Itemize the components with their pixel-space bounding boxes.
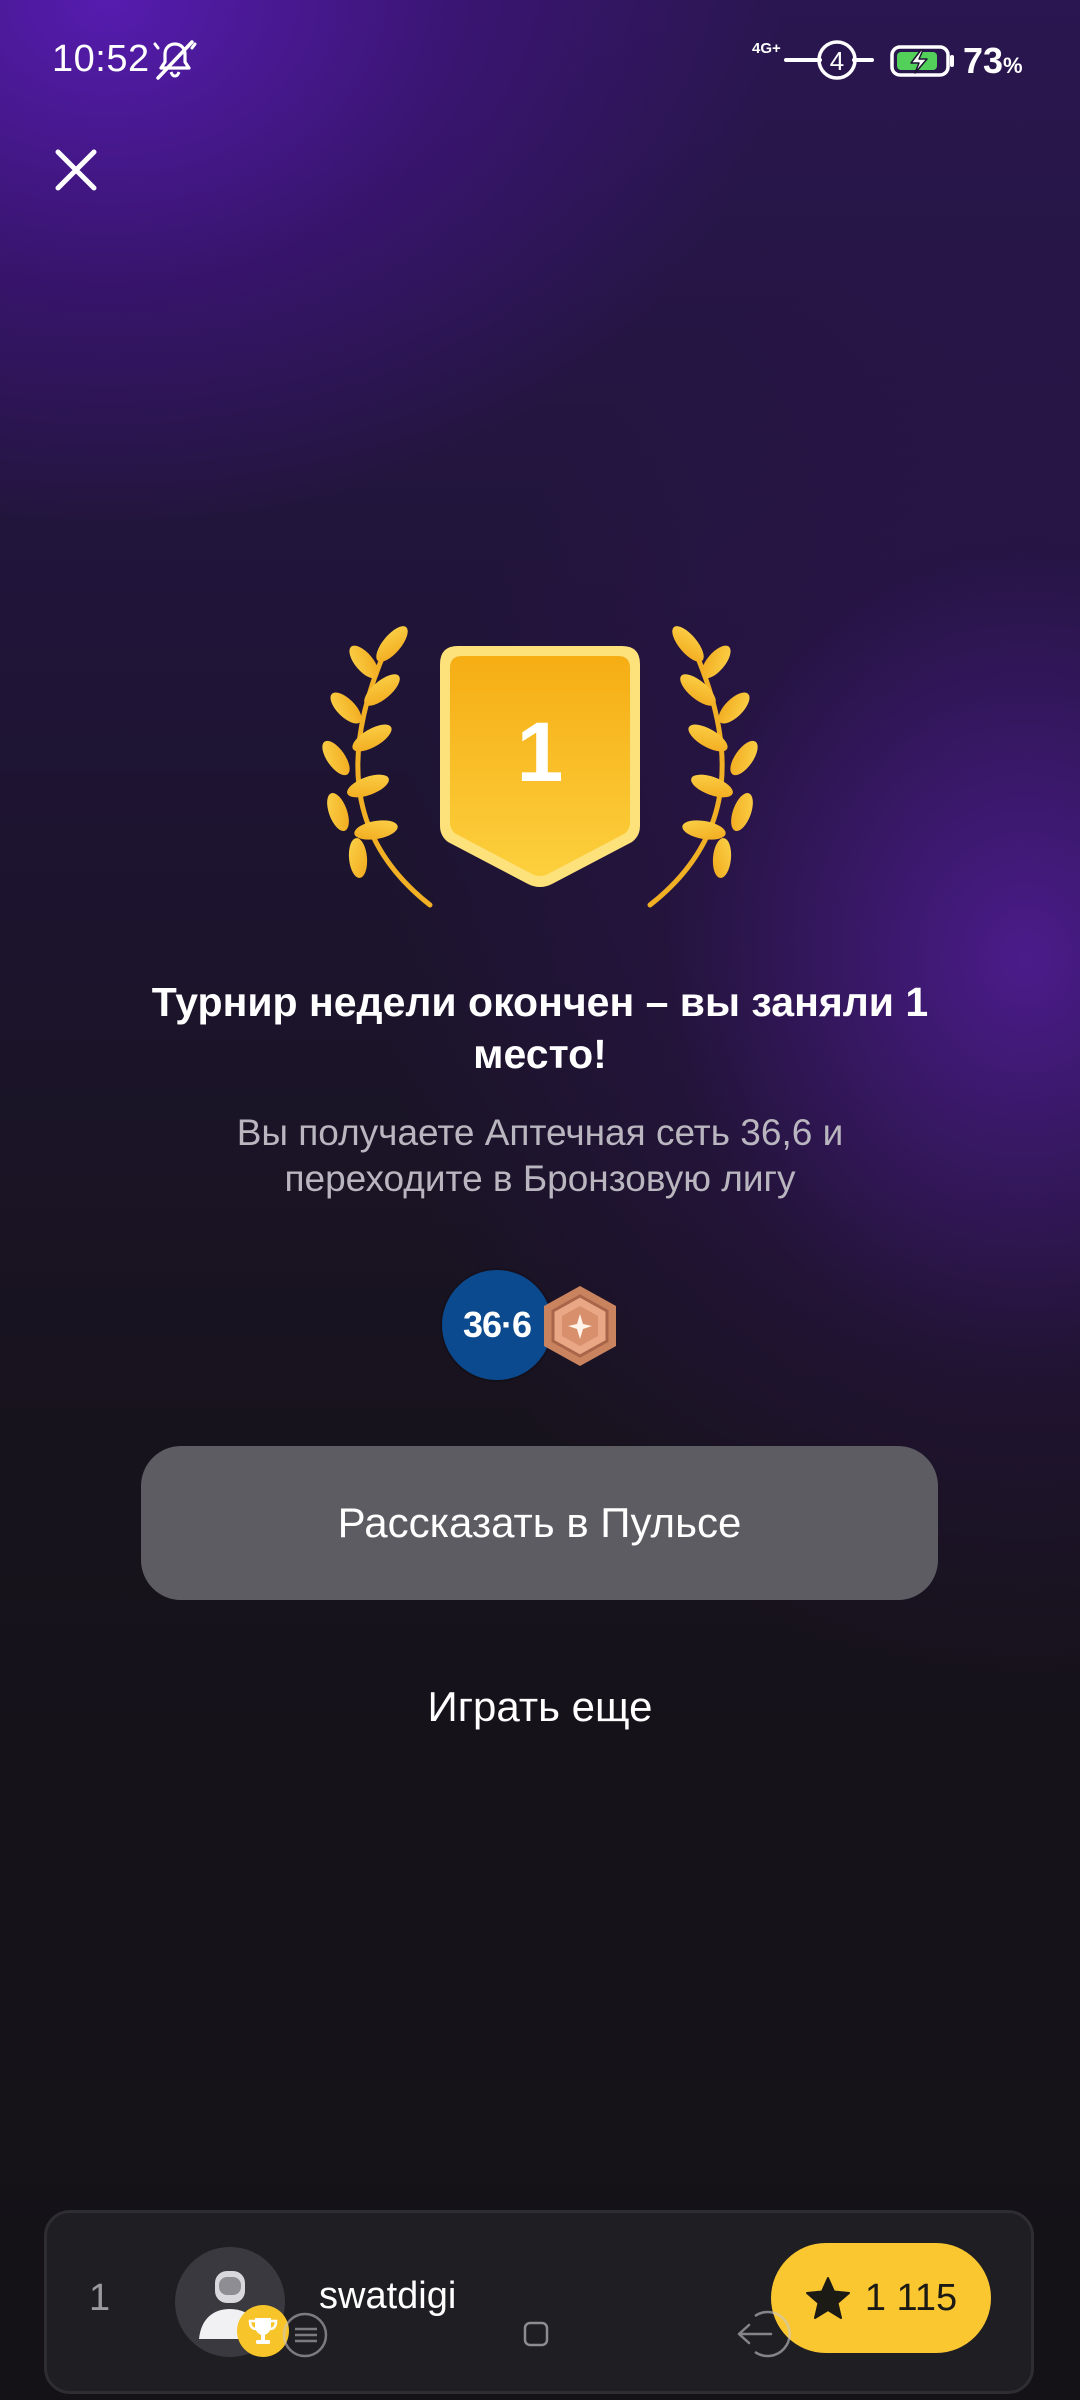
player-card: 1 swatdigi 1 115	[44, 2210, 1034, 2394]
partner-logo: 36·6	[442, 1270, 552, 1380]
score-pill[interactable]: 1 115	[771, 2243, 991, 2353]
back-icon[interactable]	[735, 2306, 795, 2362]
result-title: Турнир недели окончен – вы заняли 1 мест…	[151, 979, 929, 1077]
sim-slot-number: 4	[830, 46, 844, 76]
network-type: 4G+	[752, 40, 781, 57]
battery-unit: %	[1003, 53, 1023, 78]
bell-off-icon	[153, 40, 197, 80]
laurel-icon	[322, 626, 433, 908]
status-bar: 10:52 4G+ 4 73%	[0, 0, 1080, 120]
signal-icon: 4	[784, 40, 874, 80]
battery-level: 73%	[963, 40, 1023, 82]
tournament-result-screen: 10:52 4G+ 4 73% 1 Турнир недели окончен …	[0, 0, 1080, 2400]
player-name: swatdigi	[319, 2275, 457, 2317]
score-value: 1 115	[864, 2276, 958, 2319]
status-time: 10:52	[52, 38, 150, 80]
close-icon[interactable]	[52, 146, 100, 194]
star-icon	[805, 2277, 850, 2319]
battery-charging-icon	[890, 45, 954, 77]
laurel-icon	[647, 626, 758, 908]
play-again-button[interactable]: Играть еще	[340, 1672, 740, 1742]
trophy-icon	[248, 2318, 278, 2344]
result-subtitle: Вы получаете Аптечная сеть 36,6 и перехо…	[236, 1112, 844, 1199]
menu-icon[interactable]	[280, 2310, 330, 2360]
bronze-league-icon	[544, 1286, 616, 1366]
rewards-row: 36·6	[442, 1268, 642, 1382]
place-number: 1	[516, 705, 564, 799]
home-icon[interactable]	[522, 2320, 550, 2348]
player-rank: 1	[89, 2277, 111, 2319]
battery-value: 73	[963, 40, 1004, 81]
place-award: 1	[320, 620, 760, 920]
share-in-pulse-button[interactable]: Рассказать в Пульсе	[141, 1446, 938, 1600]
